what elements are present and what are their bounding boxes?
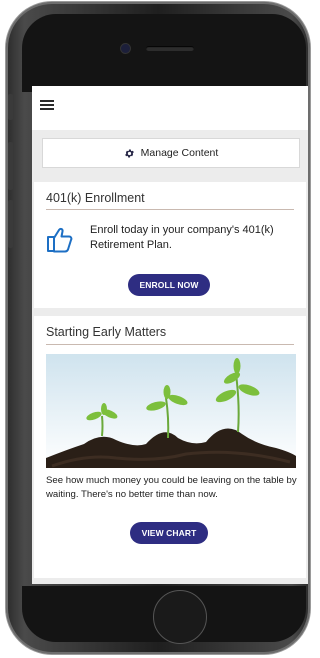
speaker-grill <box>146 46 194 51</box>
title-divider <box>46 344 294 345</box>
enrollment-card: 401(k) Enrollment Enroll today in your c… <box>34 182 306 308</box>
top-bezel <box>22 14 306 92</box>
app-header <box>32 86 308 130</box>
volume-up-button <box>8 142 13 190</box>
early-description: See how much money you could be leaving … <box>46 475 297 500</box>
home-button[interactable] <box>153 590 207 644</box>
enrollment-description: Enroll today in your company's 401(k) Re… <box>90 224 274 251</box>
view-chart-button[interactable]: VIEW CHART <box>130 522 208 544</box>
camera-icon <box>121 44 130 53</box>
manage-content-label: Manage Content <box>140 147 219 159</box>
gear-icon <box>124 148 134 158</box>
early-title: Starting Early Matters <box>46 325 167 339</box>
early-card: Starting Early Matters See how much mone… <box>34 316 306 578</box>
sprouts-image <box>46 354 296 468</box>
app-screen: Manage Content 401(k) Enrollment Enroll … <box>32 86 308 584</box>
hamburger-icon[interactable] <box>40 100 54 110</box>
enrollment-title: 401(k) Enrollment <box>46 191 145 205</box>
manage-content-button[interactable]: Manage Content <box>42 138 300 168</box>
thumbs-up-icon <box>47 227 73 253</box>
mute-switch <box>8 94 13 120</box>
enroll-now-button[interactable]: ENROLL NOW <box>128 274 210 296</box>
title-divider <box>46 209 294 210</box>
volume-down-button <box>8 200 13 248</box>
